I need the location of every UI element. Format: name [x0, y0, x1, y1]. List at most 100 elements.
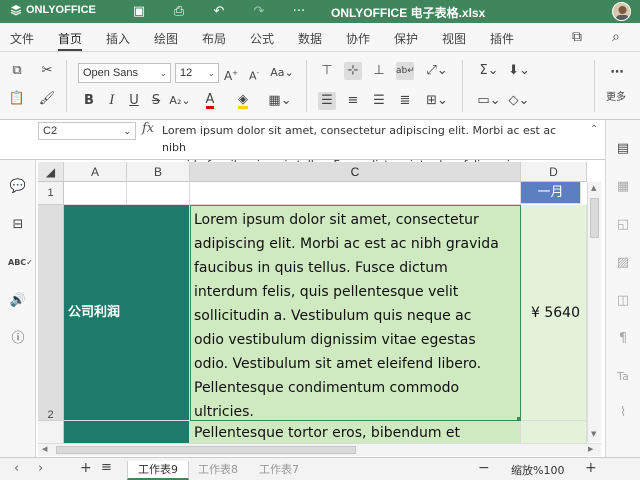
row-header-3[interactable] — [38, 421, 64, 443]
spellcheck-icon[interactable]: ABC✓ — [8, 254, 33, 272]
cell-b1[interactable] — [127, 182, 190, 205]
underline-icon[interactable]: U — [125, 92, 143, 110]
shape-settings-icon[interactable]: ◱ — [613, 216, 633, 234]
clear-icon[interactable]: ◇⌄ — [506, 92, 532, 110]
row-header-1[interactable]: 1 — [38, 182, 64, 205]
column-header-c[interactable]: C — [190, 162, 521, 182]
font-color-icon[interactable]: A — [200, 91, 220, 109]
sheet-list-icon[interactable]: ≡ — [101, 460, 112, 475]
cell-d1[interactable]: 一月 — [521, 182, 581, 204]
name-box[interactable]: C2 ⌄ — [38, 122, 136, 140]
tab-insert[interactable]: 插入 — [106, 30, 130, 47]
align-top-icon[interactable]: ⊤ — [318, 62, 336, 80]
cell-a2[interactable]: 公司利润 — [64, 205, 190, 421]
user-avatar[interactable] — [612, 2, 631, 21]
chart-settings-icon[interactable]: ◫ — [613, 292, 633, 310]
spreadsheet-grid[interactable]: ◢ A B C D 1 2 一月 公司利润 Lorem ipsum dolor … — [38, 162, 587, 443]
format-painter-icon[interactable]: 🖌 — [38, 90, 56, 108]
zoom-out-icon[interactable]: − — [478, 460, 490, 476]
tab-home[interactable]: 首页 — [58, 30, 83, 51]
sheet-tab-7[interactable]: 工作表7 — [259, 461, 299, 480]
text-orientation-icon[interactable]: ⤢⌄ — [424, 62, 450, 80]
named-range-icon[interactable]: ▭⌄ — [476, 92, 502, 110]
wrap-text-icon[interactable]: ab↵ — [396, 62, 415, 80]
cell-c3[interactable]: Pellentesque tortor eros, bibendum et — [190, 421, 521, 443]
vertical-scroll-thumb[interactable] — [590, 198, 599, 238]
paragraph-settings-icon[interactable]: ¶ — [613, 330, 633, 348]
search-icon[interactable]: ⌕ — [612, 29, 620, 45]
expand-formula-icon[interactable]: ⌃ — [590, 124, 598, 135]
print-icon[interactable]: ⎙ — [170, 3, 188, 20]
subscript-icon[interactable]: A₂⌄ — [169, 92, 191, 110]
vertical-scrollbar[interactable]: ▲ ▼ — [587, 182, 601, 442]
textart-settings-icon[interactable]: Ta — [613, 368, 633, 386]
align-bottom-icon[interactable]: ⊥ — [370, 62, 388, 80]
next-sheet-icon[interactable]: › — [38, 461, 43, 476]
decrease-font-icon[interactable]: A- — [245, 64, 263, 83]
save-icon[interactable]: ▣ — [130, 3, 148, 20]
strikethrough-icon[interactable]: S — [147, 92, 165, 110]
change-case-icon[interactable]: Aa⌄ — [269, 64, 295, 82]
sheet-tab-9[interactable]: 工作表9 — [127, 461, 189, 480]
tab-plugins[interactable]: 插件 — [490, 30, 514, 47]
tab-view[interactable]: 视图 — [442, 30, 466, 47]
horizontal-scroll-thumb[interactable] — [56, 446, 356, 454]
redo-icon[interactable]: ↷ — [250, 3, 268, 20]
tab-formula[interactable]: 公式 — [250, 30, 274, 47]
merge-cells-icon[interactable]: ⊞⌄ — [424, 92, 450, 110]
chat-icon[interactable]: ⊟ — [8, 216, 28, 234]
scroll-right-icon[interactable]: ▶ — [588, 445, 593, 453]
tab-layout[interactable]: 布局 — [202, 30, 226, 47]
bold-icon[interactable]: B — [80, 92, 98, 110]
column-header-b[interactable]: B — [127, 162, 190, 182]
sheet-tab-8[interactable]: 工作表8 — [198, 461, 238, 480]
zoom-in-icon[interactable]: + — [585, 460, 597, 476]
tab-collaborate[interactable]: 协作 — [346, 30, 370, 47]
align-left-icon[interactable]: ☰ — [318, 92, 336, 110]
tab-draw[interactable]: 绘图 — [154, 30, 178, 47]
cell-a1[interactable] — [64, 182, 127, 205]
fill-color-icon[interactable]: ◈ — [233, 91, 253, 109]
cell-d2[interactable]: ¥ 5640 — [521, 205, 587, 421]
column-header-a[interactable]: A — [64, 162, 127, 182]
italic-icon[interactable]: I — [103, 92, 121, 110]
table-settings-icon[interactable]: ▦ — [613, 178, 633, 196]
more-options-icon[interactable]: ··· — [290, 3, 308, 20]
tab-file[interactable]: 文件 — [10, 30, 34, 47]
cell-settings-icon[interactable]: ▤ — [613, 140, 633, 158]
cell-c2[interactable]: Lorem ipsum dolor sit amet, consectetur … — [190, 205, 521, 421]
comments-icon[interactable]: 💬 — [8, 178, 28, 196]
row-header-2[interactable]: 2 — [38, 205, 64, 421]
scroll-down-icon[interactable]: ▼ — [591, 430, 596, 438]
fill-down-icon[interactable]: ⬇⌄ — [506, 62, 532, 80]
cell-d3[interactable] — [521, 421, 587, 443]
align-right-icon[interactable]: ☰ — [370, 92, 388, 110]
tab-protect[interactable]: 保护 — [394, 30, 418, 47]
open-file-location-icon[interactable]: ⧉ — [572, 29, 582, 45]
increase-font-icon[interactable]: A+ — [222, 64, 240, 83]
tab-data[interactable]: 数据 — [298, 30, 322, 47]
copy-icon[interactable]: ⧉ — [8, 62, 26, 80]
add-sheet-icon[interactable]: + — [80, 460, 92, 476]
undo-icon[interactable]: ↶ — [210, 3, 228, 20]
align-center-icon[interactable]: ≡ — [344, 92, 362, 110]
scroll-left-icon[interactable]: ◀ — [42, 445, 47, 453]
cell-c1[interactable] — [190, 182, 521, 205]
column-header-d[interactable]: D — [521, 162, 587, 182]
info-icon[interactable]: ⓘ — [8, 330, 28, 348]
borders-icon[interactable]: ▦⌄ — [268, 92, 292, 110]
font-name-select[interactable]: Open Sans ⌄ — [78, 63, 171, 83]
sum-icon[interactable]: Σ⌄ — [476, 62, 502, 80]
align-middle-icon[interactable]: ⊹ — [344, 62, 362, 80]
font-size-select[interactable]: 12 ⌄ — [175, 63, 219, 83]
signature-settings-icon[interactable]: ⌇ — [613, 404, 633, 422]
horizontal-scrollbar[interactable]: ◀ ▶ — [38, 443, 601, 456]
prev-sheet-icon[interactable]: ‹ — [14, 461, 19, 476]
cut-icon[interactable]: ✂ — [38, 62, 56, 80]
more-icon[interactable]: ⋯ — [608, 64, 626, 82]
scroll-up-icon[interactable]: ▲ — [591, 184, 596, 192]
paste-icon[interactable]: 📋 — [8, 90, 26, 108]
speaker-icon[interactable]: 🔊 — [8, 292, 28, 310]
function-icon[interactable]: fx — [142, 121, 154, 136]
cell-a3[interactable] — [64, 421, 190, 443]
